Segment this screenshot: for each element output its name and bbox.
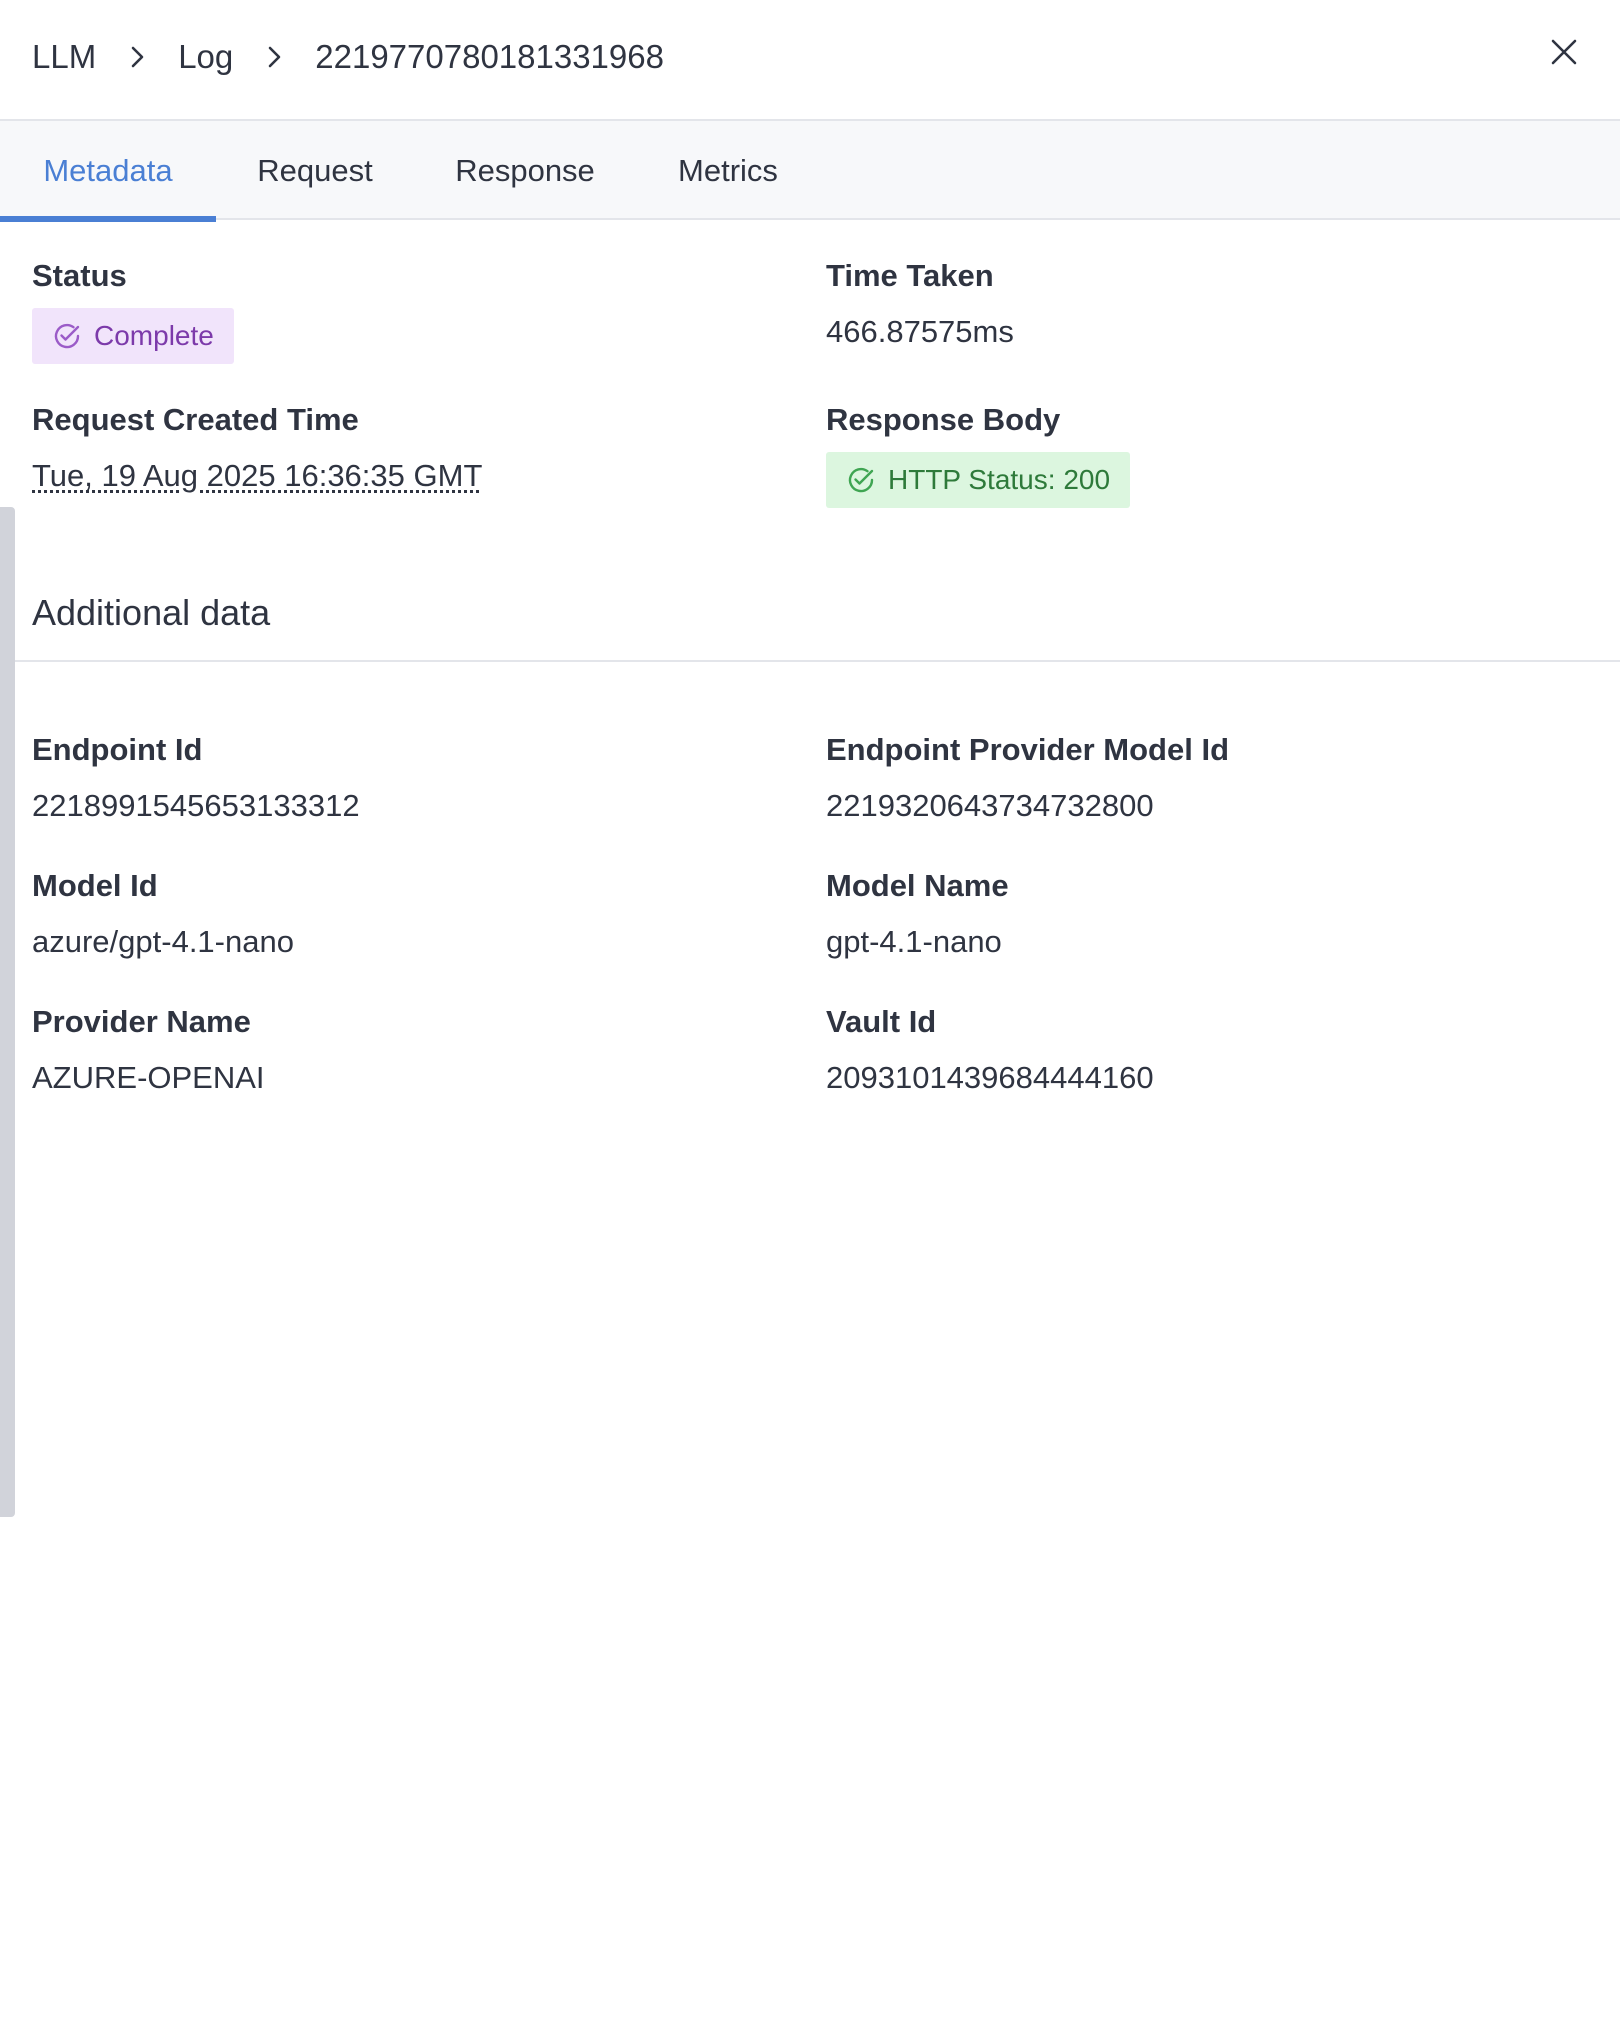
endpoint-id-label: Endpoint Id (32, 732, 203, 767)
breadcrumb: LLM Log 2219770780181331968 (32, 38, 664, 76)
response-body-label: Response Body (826, 402, 1061, 437)
http-status-badge: HTTP Status: 200 (826, 452, 1131, 508)
model-id-value: azure/gpt-4.1-nano (32, 924, 294, 959)
endpoint-provider-model-id-label: Endpoint Provider Model Id (826, 732, 1229, 767)
time-taken-label: Time Taken (826, 258, 994, 293)
request-created-time-value[interactable]: Tue, 19 Aug 2025 16:36:35 GMT (32, 458, 482, 494)
vault-id-label: Vault Id (826, 1004, 937, 1039)
model-name-value: gpt-4.1-nano (826, 924, 1002, 959)
section-title-additional-data: Additional data (32, 592, 271, 633)
http-status-value: HTTP Status: 200 (888, 464, 1111, 495)
status-value: Complete (94, 320, 214, 351)
model-name-label: Model Name (826, 868, 1009, 903)
tab-response[interactable]: Response (414, 121, 636, 220)
panel-header: LLM Log 2219770780181331968 (0, 0, 1620, 121)
provider-name-label: Provider Name (32, 1004, 251, 1039)
breadcrumb-item-log-id: 2219770780181331968 (315, 38, 664, 75)
status-label: Status (32, 258, 127, 293)
endpoint-id-value: 2218991545653133312 (32, 788, 360, 823)
provider-name-value: AZURE-OPENAI (32, 1060, 265, 1095)
tab-bar: Metadata Request Response Metrics (0, 121, 1620, 222)
model-id-label: Model Id (32, 868, 158, 903)
status-badge: Complete (32, 308, 234, 364)
breadcrumb-item-llm[interactable]: LLM (32, 38, 96, 76)
close-button[interactable] (1546, 34, 1582, 70)
divider (15, 660, 1620, 662)
tab-request[interactable]: Request (216, 121, 414, 220)
scrollbar[interactable] (0, 507, 15, 1517)
endpoint-provider-model-id-value: 2219320643734732800 (826, 788, 1154, 823)
chevron-right-icon (124, 44, 150, 70)
tab-metrics[interactable]: Metrics (636, 121, 820, 220)
time-taken-value: 466.87575ms (826, 314, 1014, 349)
check-circle-icon (848, 467, 874, 493)
tab-metadata[interactable]: Metadata (0, 121, 216, 222)
request-created-time-label: Request Created Time (32, 402, 359, 437)
close-icon (1551, 39, 1577, 65)
breadcrumb-item-log[interactable]: Log (178, 38, 233, 76)
chevron-right-icon (261, 44, 287, 70)
check-circle-icon (54, 323, 80, 349)
vault-id-value: 2093101439684444160 (826, 1060, 1154, 1095)
